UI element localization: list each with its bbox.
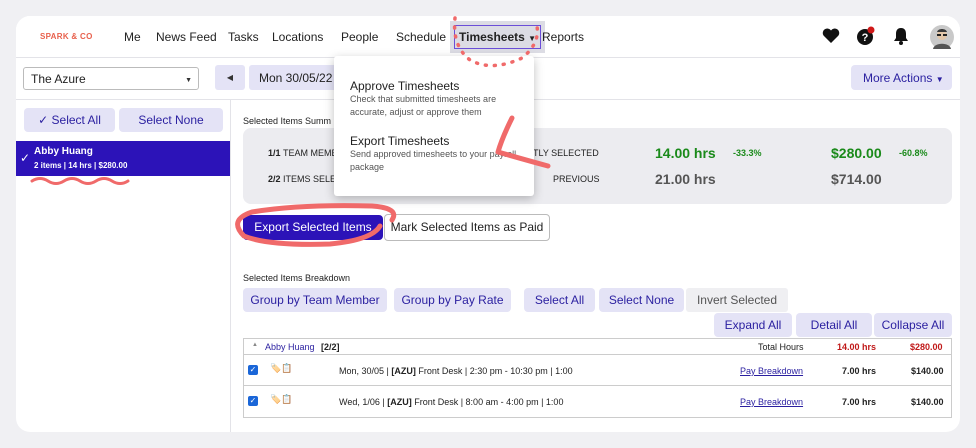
sidebar-select-all-label: Select All — [51, 113, 101, 127]
row-description: Mon, 30/05 | [AZU] Front Desk | 2:30 pm … — [339, 366, 573, 376]
row-location: [AZU] — [391, 366, 416, 376]
check-icon: ✓ — [38, 113, 49, 127]
row-details: Front Desk | 8:00 am - 4:00 pm | 1:00 — [411, 397, 564, 407]
brand-logo[interactable]: SPARK & CO — [40, 32, 93, 41]
summary-hours-pct: -33.3% — [733, 148, 762, 158]
row-amount: $140.00 — [911, 366, 944, 376]
nav-tasks[interactable]: Tasks — [228, 30, 259, 44]
timesheet-icons: 🏷️📋 — [270, 394, 293, 404]
pay-breakdown-link[interactable]: Pay Breakdown — [740, 366, 803, 376]
sidebar-item-name: Abby Huang — [34, 146, 93, 157]
svg-text:?: ? — [862, 32, 869, 44]
breakdown-select-none-button[interactable]: Select None — [599, 288, 684, 312]
nav-timesheets-label: Timesheets — [459, 30, 525, 44]
nav-timesheets[interactable]: Timesheets ▼ — [450, 21, 546, 53]
summary-count-1: 1/1 — [268, 148, 281, 158]
nav-schedule[interactable]: Schedule — [396, 30, 446, 44]
row-location: [AZU] — [387, 397, 412, 407]
summary-label-1: TEAM MEMB — [283, 148, 338, 158]
dropdown-item-title: Export Timesheets — [350, 134, 450, 148]
date-picker-button[interactable]: Mon 30/05/22 — [249, 65, 339, 90]
app-window: SPARK & CO Me News Feed Tasks Locations … — [16, 16, 960, 432]
row-checkbox[interactable]: ✓ — [248, 396, 258, 406]
table-row[interactable]: ✓ 🏷️📋 Wed, 1/06 | [AZU] Front Desk | 8:0… — [244, 387, 951, 417]
summary-hours-previous: 21.00 hrs — [655, 171, 716, 187]
collapse-all-button[interactable]: Collapse All — [874, 313, 952, 337]
top-nav: SPARK & CO Me News Feed Tasks Locations … — [16, 16, 960, 58]
summary-label-2: ITEMS SELE — [283, 174, 337, 184]
sidebar-select-none-button[interactable]: Select None — [119, 108, 223, 132]
expand-all-button[interactable]: Expand All — [714, 313, 792, 337]
nav-news-feed[interactable]: News Feed — [156, 30, 217, 44]
pay-breakdown-link[interactable]: Pay Breakdown — [740, 397, 803, 407]
table-group-header[interactable]: ▲ Abby Huang [2/2] Total Hours 14.00 hrs… — [244, 339, 951, 355]
summary-hours-current: 14.00 hrs — [655, 145, 716, 161]
summary-amount-pct: -60.8% — [899, 148, 928, 158]
detail-all-button[interactable]: Detail All — [796, 313, 872, 337]
breakdown-table: ▲ Abby Huang [2/2] Total Hours 14.00 hrs… — [243, 338, 952, 418]
summary-tail-1: TLY SELECTED — [533, 148, 599, 158]
row-hours: 7.00 hrs — [842, 397, 877, 407]
summary-tail-2: PREVIOUS — [553, 174, 600, 184]
dropdown-item-title: Approve Timesheets — [350, 79, 460, 93]
invert-selected-button[interactable]: Invert Selected — [686, 288, 788, 312]
total-amount-value: $280.00 — [910, 342, 943, 352]
chevron-down-icon: ▼ — [528, 34, 537, 43]
row-date: Mon, 30/05 | — [339, 366, 392, 376]
caret-down-icon: ▼ — [185, 77, 192, 84]
summary-count-2: 2/2 — [268, 174, 281, 184]
table-row[interactable]: ✓ 🏷️📋 Mon, 30/05 | [AZU] Front Desk | 2:… — [244, 356, 951, 386]
more-actions-button[interactable]: More Actions ▼ — [851, 65, 952, 90]
chevron-left-icon: ◀ — [226, 73, 234, 82]
more-actions-label: More Actions — [863, 71, 933, 85]
total-hours-label: Total Hours — [758, 342, 804, 352]
chevron-down-icon: ▼ — [935, 75, 944, 84]
location-select[interactable]: The Azure ▼ — [23, 67, 199, 90]
nav-locations[interactable]: Locations — [272, 30, 323, 44]
prev-date-button[interactable]: ◀ — [215, 65, 245, 90]
total-hours-value: 14.00 hrs — [837, 342, 877, 352]
nav-people[interactable]: People — [341, 30, 378, 44]
row-hours: 7.00 hrs — [842, 366, 877, 376]
nav-me[interactable]: Me — [124, 30, 141, 44]
bell-icon[interactable] — [891, 26, 911, 46]
check-icon: ✓ — [20, 151, 31, 165]
avatar[interactable] — [930, 25, 954, 49]
export-selected-items-button[interactable]: Export Selected Items — [243, 215, 383, 240]
row-checkbox[interactable]: ✓ — [248, 365, 258, 375]
row-description: Wed, 1/06 | [AZU] Front Desk | 8:00 am -… — [339, 397, 563, 407]
summary-amount-previous: $714.00 — [831, 171, 882, 187]
breakdown-select-all-button[interactable]: Select All — [524, 288, 595, 312]
timesheets-dropdown: Approve Timesheets Check that submitted … — [334, 56, 534, 196]
location-select-value: The Azure — [31, 72, 86, 86]
dropdown-item-desc: Send approved timesheets to your payroll… — [350, 149, 517, 172]
group-name[interactable]: Abby Huang — [265, 342, 315, 352]
row-details: Front Desk | 2:30 pm - 10:30 pm | 1:00 — [415, 366, 573, 376]
divider — [230, 99, 231, 432]
summary-title: Selected Items Summ — [243, 116, 332, 126]
summary-amount-current: $280.00 — [831, 145, 882, 161]
heart-icon[interactable] — [821, 26, 841, 46]
group-by-pay-rate-button[interactable]: Group by Pay Rate — [394, 288, 511, 312]
group-by-team-member-button[interactable]: Group by Team Member — [243, 288, 387, 312]
sidebar-select-all-button[interactable]: ✓ Select All — [24, 108, 115, 132]
timesheet-icons: 🏷️📋 — [270, 363, 293, 373]
dropdown-item-desc: Check that submitted timesheets are accu… — [350, 94, 497, 117]
sidebar-item-abby-huang[interactable]: ✓ Abby Huang 2 items | 14 hrs | $280.00 — [16, 141, 230, 176]
collapse-arrow-icon[interactable]: ▲ — [252, 342, 258, 348]
breakdown-title: Selected Items Breakdown — [243, 273, 351, 283]
group-count: [2/2] — [321, 342, 340, 352]
help-icon[interactable]: ? — [856, 26, 876, 46]
sidebar-item-meta: 2 items | 14 hrs | $280.00 — [34, 161, 128, 170]
nav-reports[interactable]: Reports — [542, 30, 584, 44]
row-amount: $140.00 — [911, 397, 944, 407]
row-date: Wed, 1/06 | — [339, 397, 388, 407]
mark-paid-button[interactable]: Mark Selected Items as Paid — [384, 214, 550, 241]
